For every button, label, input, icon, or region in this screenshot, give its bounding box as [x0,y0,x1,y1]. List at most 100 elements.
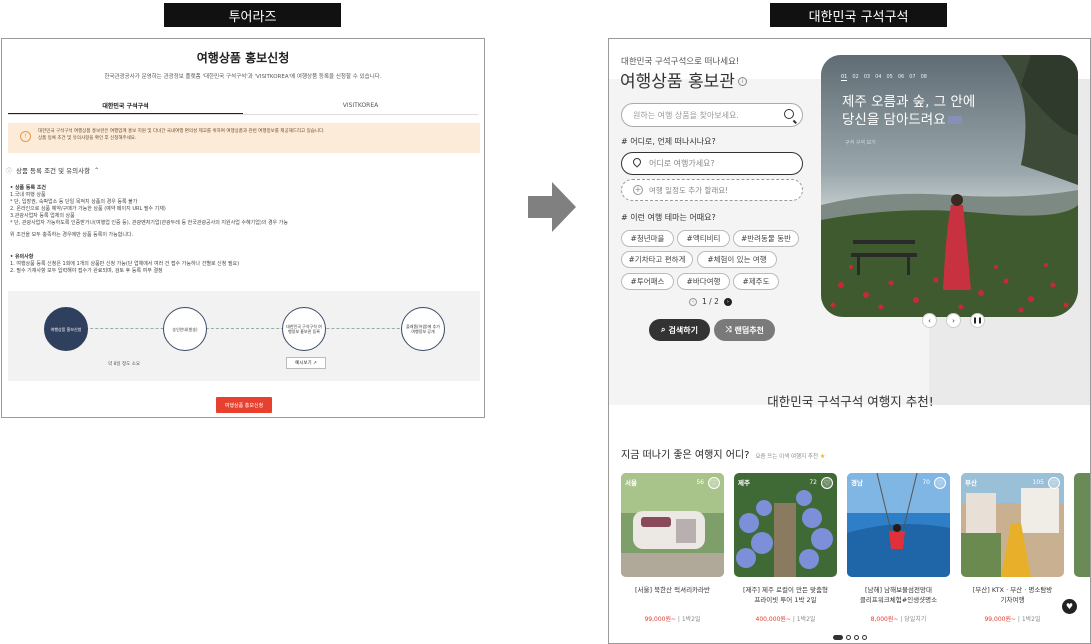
hero-next-button[interactable]: › [946,313,961,328]
theme-chip[interactable]: #제주도 [733,273,779,290]
hero-step[interactable]: 07 [909,74,915,81]
page-subtitle: 한국관광공사가 운영하는 관광정보 플랫폼 '대한민국 구석구석'과 'VISI… [104,74,382,80]
flow-step: 대한민국 구석구석 여행정보 홍보관 등록 [282,307,326,351]
tag-icon [947,116,962,124]
region-badge: 부산 [965,479,977,487]
process-flow: 여행상품 홍보신청 승인안내(발송) 대한민국 구석구석 여행정보 홍보관 등록… [8,291,480,381]
right-screenshot-panel: 대한민국 구석구석으로 떠나세요! 여행상품 홍보관 i 원하는 여행 상품을 … [608,38,1091,644]
card-image: 서울 56 ♡ [621,473,724,577]
hero-subtext: 구석 구석 보기 [845,140,876,146]
hero-step[interactable]: 03 [864,74,870,81]
hero-headline-line: 제주 오름과 숲, 그 안에 [842,94,976,110]
shuffle-icon: ⤨ [725,325,732,334]
apply-button[interactable]: 여행상품 홍보신청 [216,397,272,413]
hero-step-indicator: 01 02 03 04 05 06 07 08 [841,74,927,81]
theme-chip[interactable]: #액티비티 [677,230,730,247]
card-price-row: 99,000원~ | 1박2일 [644,616,701,623]
notice-text-2: 상품 등록 조건 및 유의사항을 확인 후 신청해주세요. [38,136,137,141]
chevron-left-icon: ‹ [928,316,931,325]
comparison-canvas: 투어라즈 대한민국 구석구석 여행상품 홍보신청 한국관광공사가 운영하는 관광… [0,0,1091,644]
hero-step[interactable]: 01 [841,74,848,81]
hero-prev-button[interactable]: ‹ [922,313,937,328]
region-badge: 경남 [851,479,863,487]
card-title-line: [부산] KTX · 부산 · 명소탐방 [972,586,1053,594]
label-tourraz: 투어라즈 [164,3,341,27]
hero-headline-text: 당신을 담아드려요 [842,112,946,128]
product-card[interactable]: 부산 105 ♡ [부산] KTX · 부산 · 명소탐방 기차여행 99,00… [961,473,1064,623]
question-theme: # 이런 여행 테마는 어때요? [621,213,716,222]
product-card[interactable]: 서울 56 ♡ [서울] 북한산 럭셔리카라반 99,000원~ | 1박2일 [621,473,724,623]
hero-step[interactable]: 05 [887,74,893,81]
flow-connector [50,328,440,329]
card-price: 99,000원~ [984,616,1016,623]
like-count: 105 [1032,479,1044,486]
card-image [1074,473,1090,577]
theme-chip[interactable]: #기차타고 편하게 [621,251,693,268]
tab-visitkorea[interactable]: VISITKOREA [243,97,478,114]
page-title: 여행상품 홍보관 i [620,67,747,92]
map-pin-icon [631,156,643,168]
condition-line: * 단, 입장권, 숙박업소 등 단일 목적지 상품의 경우 등록 불가 [10,199,138,205]
add-schedule-button[interactable]: + 여행 일정도 추가 할래요! [621,179,803,201]
hero-step[interactable]: 04 [875,74,881,81]
note-line: 1. 여행상품 등록 신청은 1회에 1개의 상품만 신청 가능(단 업체에서 … [10,261,240,267]
carousel-dot[interactable] [862,635,867,640]
hero-pause-button[interactable]: ❚❚ [970,313,985,328]
heart-icon[interactable]: ♡ [708,477,720,489]
card-duration: 1박2일 [1021,616,1041,623]
card-title-line: [남해] 남해보물섬전망대 [865,586,932,594]
random-recommend-button[interactable]: ⤨ 랜덤추천 [714,319,775,341]
card-title-line: [제주] 제주 로컬이 만든 맞춤형 [742,586,829,594]
carousel-dot[interactable] [846,635,851,640]
example-button[interactable]: 예시보기 ↗ [286,357,326,369]
card-price-row: 8,000원~ | 당일치기 [870,616,927,623]
theme-chip[interactable]: #투어패스 [621,273,674,290]
search-input[interactable]: 원하는 여행 상품을 찾아보세요. [621,103,803,127]
like-count: 56 [696,479,704,486]
card-title: [부산] KTX · 부산 · 명소탐방 기차여행 [961,585,1064,605]
card-title-line: 프라이빗 투어 1박 2일 [754,596,817,604]
hero-step[interactable]: 02 [852,74,858,81]
card-price: 99,000원~ [644,616,676,623]
search-icon[interactable] [784,109,794,119]
flow-step: 플래폼(어썸)에 추가 여행정보 공개 [401,307,445,351]
theme-chip[interactable]: #체험이 있는 여행 [697,251,777,268]
condition-line: * 단, 관광사업자 가능하도록 인증받거나(여행업 인증 등), 관광벤처기업… [10,220,288,226]
pause-icon: ❚❚ [972,317,983,324]
conditions-toggle[interactable]: ⓘ 상품 등록 조건 및 유의사항 ⌃ [6,165,99,176]
chevron-right-icon[interactable]: › [723,297,732,306]
destination-input[interactable]: 어디로 여행가세요? [621,152,803,175]
plus-icon: + [633,185,643,195]
now-title: 지금 떠나기 좋은 여행지 어디? [621,450,750,461]
hero-step[interactable]: 08 [921,74,927,81]
card-price: 8,000원~ [870,616,899,623]
pager-text: 1 / 2 [702,297,719,306]
search-icon: ⌕ [661,325,666,334]
tab-korea-gusuk[interactable]: 대한민국 구석구석 [8,97,243,114]
product-card[interactable]: 경남 70 ♡ [남해] 남해보물섬전망대 클리프워크체험#인생샷명소 8,00… [847,473,950,623]
card-title: [남해] 남해보물섬전망대 클리프워크체험#인생샷명소 [847,585,950,605]
carousel-dot[interactable] [833,635,843,640]
theme-chip[interactable]: #바다여행 [677,273,730,290]
hero-step[interactable]: 06 [898,74,904,81]
left-screenshot-panel: 여행상품 홍보신청 한국관광공사가 운영하는 관광정보 플랫폼 '대한민국 구석… [1,38,485,418]
notes-section: • 유의사항 1. 여행상품 등록 신청은 1회에 1개의 상품만 신청 가능(… [10,254,239,275]
favorites-floating-button[interactable]: ♥ [1062,599,1077,614]
notice-box: ! 대한민국 구석구석 여행상품 홍보란은 여행업계 홍보 지원 및 다녀간 국… [8,123,480,153]
theme-chip[interactable]: #반려동물 동반 [733,230,799,247]
info-icon[interactable]: i [737,77,747,86]
search-button[interactable]: ⌕ 검색하기 [649,319,710,341]
hero-banner[interactable]: 01 02 03 04 05 06 07 08 제주 오름과 숲, 그 안에 당… [821,55,1078,317]
card-photo [1074,473,1090,577]
chevron-left-icon[interactable]: ‹ [689,297,697,306]
card-duration: 당일치기 [904,616,927,623]
theme-chip[interactable]: #청년마을 [621,230,674,247]
now-subtitle: 요즘 뜨는 이색 여행지 추천 ★ [755,453,826,460]
heart-icon[interactable]: ♡ [1048,477,1060,489]
carousel-dot[interactable] [854,635,859,640]
heart-icon[interactable]: ♡ [934,477,946,489]
heart-icon[interactable]: ♡ [821,477,833,489]
product-card-partial[interactable] [1074,473,1090,577]
region-badge: 제주 [738,479,750,487]
product-card[interactable]: 제주 72 ♡ [제주] 제주 로컬이 만든 맞춤형 프라이빗 투어 1박 2일… [734,473,837,623]
